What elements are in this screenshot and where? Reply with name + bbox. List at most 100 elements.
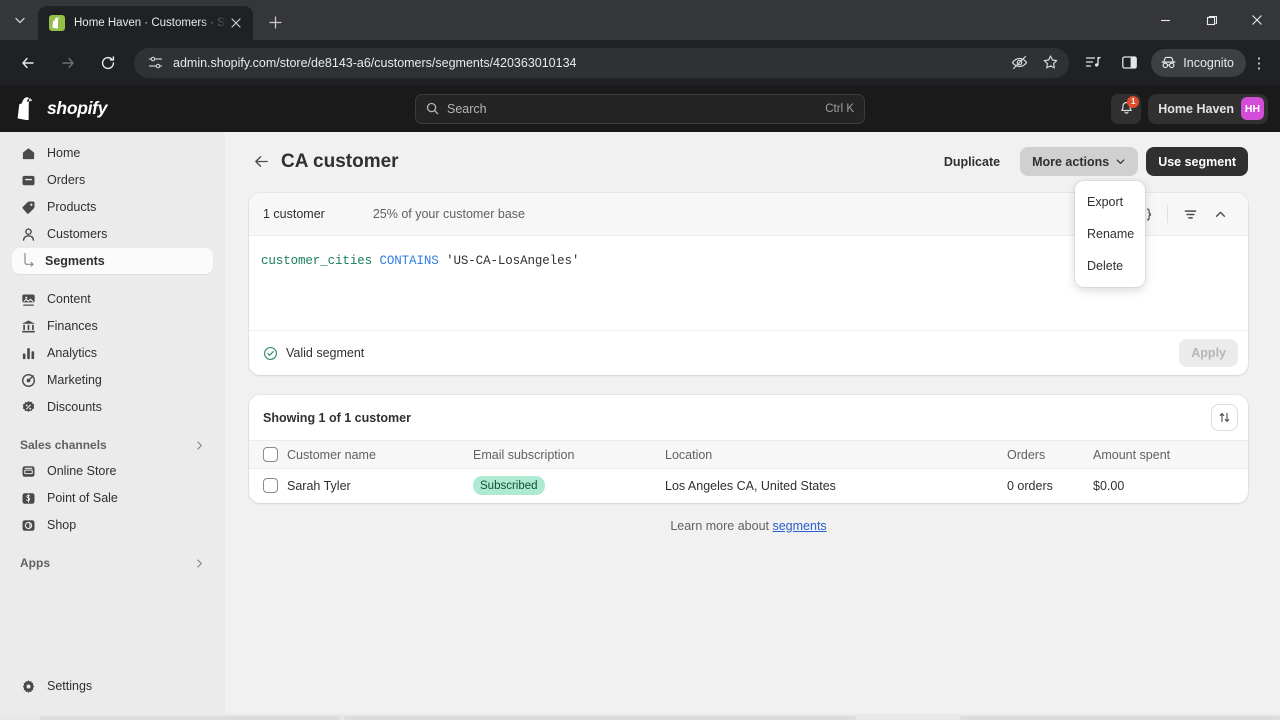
sidebar-item-label: Marketing bbox=[47, 373, 102, 387]
validity-label: Valid segment bbox=[286, 346, 365, 360]
store-menu-button[interactable]: Home Haven HH bbox=[1148, 93, 1268, 124]
avatar: HH bbox=[1241, 97, 1264, 120]
minimize-icon[interactable] bbox=[1142, 0, 1188, 40]
sidebar-item-customers[interactable]: Customers bbox=[12, 221, 213, 247]
search-shortcut: Ctrl K bbox=[825, 102, 854, 115]
table-header-row: Customer name Email subscription Locatio… bbox=[249, 440, 1248, 469]
sidebar-section-sales-channels[interactable]: Sales channels bbox=[12, 432, 213, 458]
learn-more-text: Learn more about segments bbox=[249, 519, 1248, 533]
sidebar-section-apps[interactable]: Apps bbox=[12, 550, 213, 576]
notifications-button[interactable]: 1 bbox=[1111, 93, 1142, 124]
duplicate-button[interactable]: Duplicate bbox=[932, 147, 1012, 176]
cell-email-subscription: Subscribed bbox=[473, 469, 665, 503]
more-actions-label: More actions bbox=[1032, 154, 1110, 169]
tag-icon bbox=[20, 199, 37, 216]
maximize-icon[interactable] bbox=[1188, 0, 1234, 40]
cell-amount-spent: $0.00 bbox=[1093, 478, 1125, 493]
gear-icon bbox=[20, 678, 37, 695]
sidebar-item-shop[interactable]: Shop bbox=[12, 512, 213, 538]
menu-item-export[interactable]: Export bbox=[1075, 186, 1145, 218]
more-actions-button[interactable]: More actions bbox=[1020, 147, 1139, 176]
customers-table-card: Showing 1 of 1 customer Customer name Em… bbox=[249, 395, 1248, 503]
sort-icon[interactable] bbox=[1211, 404, 1238, 431]
chevron-right-icon bbox=[194, 558, 205, 569]
segments-link[interactable]: segments bbox=[772, 519, 826, 533]
sidebar-item-content[interactable]: Content bbox=[12, 286, 213, 312]
sidebar-item-label: Orders bbox=[47, 173, 86, 187]
incognito-label: Incognito bbox=[1183, 55, 1234, 70]
filter-icon[interactable] bbox=[1176, 200, 1204, 228]
browser-toolbar: admin.shopify.com/store/de8143-a6/custom… bbox=[0, 40, 1280, 85]
column-header-email-subscription[interactable]: Email subscription bbox=[473, 440, 665, 469]
address-bar[interactable]: admin.shopify.com/store/de8143-a6/custom… bbox=[134, 47, 1070, 78]
sidebar-item-analytics[interactable]: Analytics bbox=[12, 340, 213, 366]
collapse-icon[interactable] bbox=[1206, 200, 1234, 228]
browser-menu-icon[interactable]: ⋮ bbox=[1246, 48, 1272, 78]
sidebar-item-discounts[interactable]: Discounts bbox=[12, 394, 213, 420]
back-icon[interactable] bbox=[12, 47, 44, 79]
customer-base-percent: 25% of your customer base bbox=[372, 207, 526, 221]
sidebar-section-label: Apps bbox=[20, 556, 50, 570]
new-tab-button[interactable] bbox=[261, 8, 289, 36]
learn-more-prefix: Learn more about bbox=[670, 518, 773, 533]
sidebar-item-orders[interactable]: Orders bbox=[12, 167, 213, 193]
close-window-icon[interactable] bbox=[1234, 0, 1280, 40]
select-all-checkbox[interactable] bbox=[263, 447, 278, 462]
close-icon[interactable] bbox=[227, 14, 245, 32]
incognito-indicator[interactable]: Incognito bbox=[1151, 48, 1246, 77]
sidebar-item-settings[interactable]: Settings bbox=[12, 673, 213, 699]
search-input[interactable]: Search Ctrl K bbox=[415, 93, 865, 124]
cell-customer-name[interactable]: Sarah Tyler bbox=[287, 469, 473, 503]
tab-search-button[interactable] bbox=[6, 6, 34, 34]
check-circle-icon bbox=[263, 346, 278, 361]
column-header-amount-spent[interactable]: Amount spent bbox=[1093, 440, 1248, 469]
select-all-cell bbox=[249, 440, 287, 469]
bookmark-star-icon[interactable] bbox=[1042, 54, 1059, 71]
sidebar-item-marketing[interactable]: Marketing bbox=[12, 367, 213, 393]
sidebar-item-finances[interactable]: Finances bbox=[12, 313, 213, 339]
reload-icon[interactable] bbox=[92, 47, 124, 79]
segment-card-footer: Valid segment Apply bbox=[249, 330, 1248, 375]
notification-badge: 1 bbox=[1127, 95, 1140, 108]
table-row[interactable]: Sarah Tyler Subscribed Los Angeles CA, U… bbox=[249, 469, 1248, 503]
menu-item-rename[interactable]: Rename bbox=[1075, 218, 1145, 250]
tracking-protection-icon[interactable] bbox=[1011, 54, 1028, 71]
sidebar-item-label: Segments bbox=[45, 254, 105, 268]
page-actions: Duplicate More actions Use segment bbox=[932, 147, 1248, 176]
customers-table: Customer name Email subscription Locatio… bbox=[249, 440, 1248, 503]
sidebar-item-label: Home bbox=[47, 146, 81, 160]
menu-item-delete[interactable]: Delete bbox=[1075, 250, 1145, 282]
table-header: Customer name Email subscription Locatio… bbox=[249, 440, 1248, 469]
site-settings-icon[interactable] bbox=[148, 55, 163, 70]
sidebar-item-home[interactable]: Home bbox=[12, 140, 213, 166]
sidebar-item-label: Products bbox=[47, 200, 97, 214]
sidebar-item-point-of-sale[interactable]: Point of Sale bbox=[12, 485, 213, 511]
sidebar-item-label: Content bbox=[47, 292, 91, 306]
sidebar-item-segments[interactable]: Segments bbox=[12, 248, 213, 274]
tab-strip: Home Haven · Customers · Sho bbox=[0, 0, 1280, 40]
use-segment-button[interactable]: Use segment bbox=[1146, 147, 1248, 176]
home-icon bbox=[20, 145, 37, 162]
table-card-header: Showing 1 of 1 customer bbox=[249, 395, 1248, 440]
row-checkbox[interactable] bbox=[263, 478, 278, 494]
sidebar-section-label: Sales channels bbox=[20, 438, 107, 452]
sidebar-item-products[interactable]: Products bbox=[12, 194, 213, 220]
sidebar-item-online-store[interactable]: Online Store bbox=[12, 458, 213, 484]
validity-status: Valid segment bbox=[263, 346, 364, 361]
column-header-orders[interactable]: Orders bbox=[1007, 440, 1093, 469]
brand-name: shopify bbox=[47, 98, 108, 118]
sidebar-item-label: Discounts bbox=[47, 400, 102, 414]
side-panel-icon[interactable] bbox=[1114, 48, 1144, 78]
apply-button: Apply bbox=[1179, 339, 1238, 367]
browser-tab[interactable]: Home Haven · Customers · Sho bbox=[38, 6, 253, 40]
chevron-down-icon bbox=[1115, 156, 1126, 167]
pos-icon bbox=[20, 490, 37, 507]
back-arrow-icon[interactable] bbox=[249, 150, 273, 174]
media-controls-icon[interactable] bbox=[1078, 48, 1108, 78]
shopify-logo[interactable]: shopify bbox=[12, 97, 224, 121]
browser-window: Home Haven · Customers · Sho admin.shopi… bbox=[0, 0, 1280, 720]
column-header-location[interactable]: Location bbox=[665, 440, 1007, 469]
column-header-customer-name[interactable]: Customer name bbox=[287, 440, 473, 469]
page-title: CA customer bbox=[281, 150, 399, 172]
query-operator: CONTAINS bbox=[379, 254, 439, 268]
